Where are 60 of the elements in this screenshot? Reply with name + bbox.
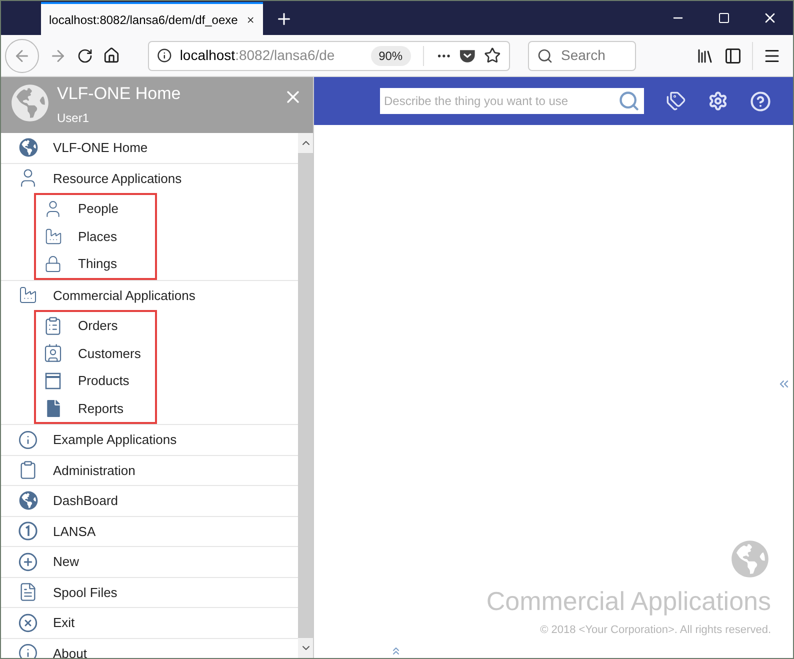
tags-icon[interactable]	[666, 91, 686, 111]
menu-item[interactable]: VLF-ONE Home	[1, 133, 298, 162]
scrollbar[interactable]	[298, 133, 313, 658]
submenu-item[interactable]: Customers	[36, 340, 155, 367]
add-icon	[18, 552, 38, 572]
document-icon	[18, 582, 38, 602]
user-name: User1	[57, 110, 90, 127]
submenu-item[interactable]: People	[36, 195, 155, 222]
box-icon	[44, 372, 62, 390]
reload-icon[interactable]	[77, 48, 93, 64]
globe-icon	[11, 84, 49, 122]
globe-icon	[18, 138, 38, 158]
close-icon	[18, 612, 38, 633]
settings-icon[interactable]	[708, 91, 728, 111]
factory-icon	[18, 285, 38, 306]
contact-icon	[43, 343, 63, 364]
menu-item[interactable]: Commercial Applications	[1, 280, 298, 310]
info-icon	[18, 430, 38, 450]
shield-icon[interactable]	[459, 48, 476, 64]
sidebar-icon[interactable]	[724, 46, 742, 64]
lock-icon	[44, 254, 62, 273]
numbered-circle-icon	[18, 521, 38, 542]
menu-item[interactable]: Spool Files	[1, 578, 298, 607]
library-icon[interactable]	[696, 46, 714, 64]
globe-icon	[731, 540, 769, 578]
search-icon[interactable]	[618, 90, 640, 112]
browser-tab[interactable]: localhost:8082/lansa6/dem/df_oexe	[41, 2, 263, 35]
submenu-item[interactable]: Products	[36, 367, 155, 394]
submenu-item[interactable]: Orders	[36, 312, 155, 340]
menu-item[interactable]: LANSA	[1, 516, 298, 546]
address-bar[interactable]: localhost:8082/lansa6/de 90%	[148, 40, 510, 70]
menu-item[interactable]: Administration	[1, 456, 298, 485]
submenu-item[interactable]: Reports	[36, 394, 155, 422]
home-icon[interactable]	[103, 47, 120, 64]
menu-item[interactable]: Exit	[1, 608, 298, 638]
search-icon	[537, 48, 553, 64]
info-icon[interactable]	[157, 48, 172, 63]
help-icon[interactable]	[750, 90, 771, 112]
menu-item[interactable]: About	[1, 638, 298, 658]
star-icon[interactable]	[484, 47, 501, 64]
info-icon	[18, 643, 38, 658]
url-text: localhost:8082/lansa6/de	[180, 46, 336, 65]
clipboard-list-icon	[43, 316, 63, 336]
menu-item[interactable]: Example Applications	[1, 425, 298, 454]
clipboard-icon	[18, 460, 38, 480]
expand-up-icon[interactable]	[390, 645, 402, 657]
zoom-badge[interactable]: 90%	[370, 46, 411, 66]
menu-item[interactable]: Resource Applications	[1, 164, 298, 193]
search-field[interactable]: Search	[528, 40, 636, 70]
maximize-icon[interactable]	[718, 12, 730, 24]
factory-icon	[44, 226, 62, 246]
page-title: Commercial Applications	[486, 586, 771, 616]
menu-item[interactable]: DashBoard	[1, 486, 298, 516]
submenu-item[interactable]: Things	[36, 250, 155, 278]
menu-item[interactable]: New	[1, 547, 298, 576]
copyright-text: © 2018 <Your Corporation>. All rights reserved.	[540, 622, 771, 638]
globe-icon	[18, 491, 38, 510]
submenu-item[interactable]: Places	[36, 222, 155, 250]
sidebar-title: VLF-ONE Home	[57, 83, 182, 105]
file-icon	[44, 400, 62, 417]
